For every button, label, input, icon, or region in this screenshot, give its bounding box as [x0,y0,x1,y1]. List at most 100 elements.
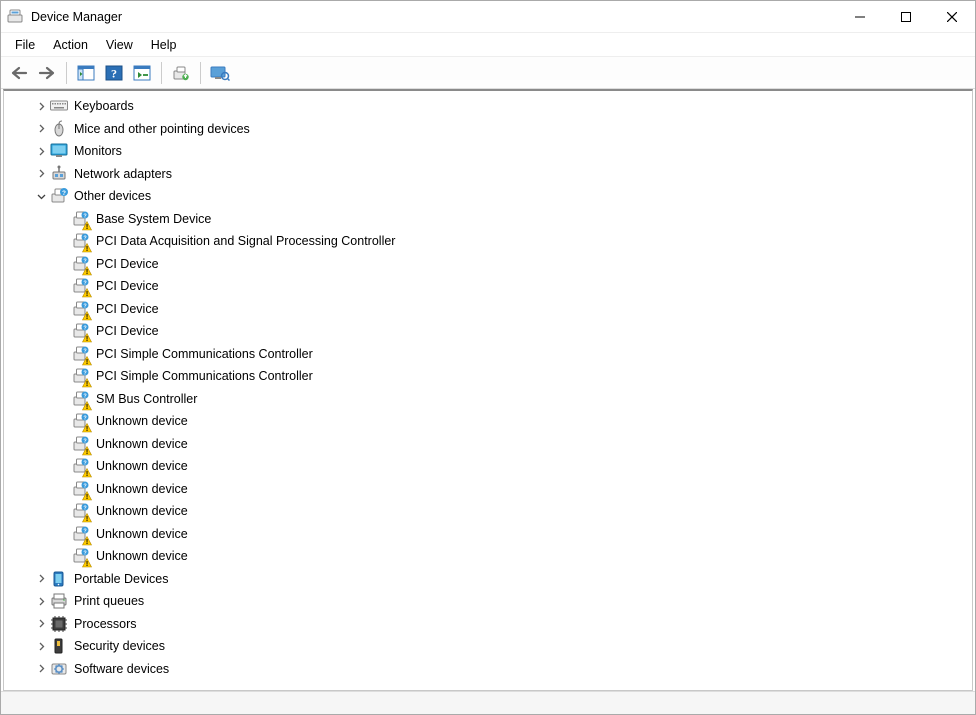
tree-category-label: Print queues [74,594,144,608]
tree-category-label: Network adapters [74,167,172,181]
warning-badge-icon [82,490,92,500]
chevron-down-icon[interactable] [34,189,48,203]
tree-device-label: PCI Data Acquisition and Signal Processi… [96,234,395,248]
tree-device-label: Unknown device [96,482,188,496]
tree-category-label: Other devices [74,189,151,203]
tree-device-row[interactable]: Unknown device [34,433,972,456]
statusbar [1,691,975,714]
tree-device-label: PCI Device [96,302,159,316]
forward-button[interactable] [35,61,59,85]
unknown-icon [72,322,90,340]
tree-category-label: Monitors [74,144,122,158]
tree-category-row[interactable]: Security devices [34,635,972,658]
toolbar-separator [161,62,162,84]
menu-action[interactable]: Action [45,36,96,54]
menu-view[interactable]: View [98,36,141,54]
unknown-icon [72,412,90,430]
warning-badge-icon [82,220,92,230]
tree-category-label: Processors [74,617,137,631]
tree-category-row[interactable]: Processors [34,613,972,636]
tree-device-row[interactable]: Unknown device [34,545,972,568]
tree-device-label: PCI Simple Communications Controller [96,369,313,383]
software-icon [50,660,68,678]
tree-device-label: Unknown device [96,504,188,518]
tree-device-row[interactable]: PCI Device [34,275,972,298]
chevron-right-icon[interactable] [34,639,48,653]
menu-help[interactable]: Help [143,36,185,54]
menu-file[interactable]: File [7,36,43,54]
printer-icon [50,592,68,610]
unknown-icon [72,502,90,520]
chevron-right-icon[interactable] [34,144,48,158]
minimize-button[interactable] [837,1,883,32]
unknown-icon [72,547,90,565]
tree-device-label: Base System Device [96,212,211,226]
back-button[interactable] [7,61,31,85]
unknown-icon [72,232,90,250]
tree-device-row[interactable]: Unknown device [34,523,972,546]
tree-device-row[interactable]: PCI Simple Communications Controller [34,365,972,388]
warning-badge-icon [82,422,92,432]
chevron-right-icon[interactable] [34,594,48,608]
chevron-right-icon[interactable] [34,617,48,631]
chevron-right-icon[interactable] [34,99,48,113]
chevron-right-icon[interactable] [34,572,48,586]
security-icon [50,637,68,655]
tree-device-row[interactable]: Unknown device [34,455,972,478]
chevron-right-icon[interactable] [34,662,48,676]
chevron-right-icon[interactable] [34,167,48,181]
chevron-right-icon[interactable] [34,122,48,136]
tree-device-row[interactable]: PCI Simple Communications Controller [34,343,972,366]
tree-device-row[interactable]: PCI Device [34,320,972,343]
update-driver-button[interactable] [169,61,193,85]
tree-device-row[interactable]: Unknown device [34,500,972,523]
warning-badge-icon [82,287,92,297]
maximize-button[interactable] [883,1,929,32]
warning-badge-icon [82,265,92,275]
tree-device-row[interactable]: Base System Device [34,208,972,231]
device-tree-scroll[interactable]: Keyboards Mice and other pointing devices… [4,91,972,690]
tree-category-row[interactable]: Monitors [34,140,972,163]
tree-category-row[interactable]: Print queues [34,590,972,613]
tree-device-row[interactable]: PCI Device [34,298,972,321]
tree-category-label: Keyboards [74,99,134,113]
other-icon [50,187,68,205]
properties-button[interactable] [130,61,154,85]
tree-category-label: Software devices [74,662,169,676]
tree-category-row[interactable]: Portable Devices [34,568,972,591]
tree-device-row[interactable]: PCI Device [34,253,972,276]
tree-device-label: Unknown device [96,549,188,563]
tree-category-label: Mice and other pointing devices [74,122,250,136]
tree-device-label: PCI Device [96,279,159,293]
unknown-icon [72,435,90,453]
toolbar: ? [1,57,975,89]
show-hide-tree-button[interactable] [74,61,98,85]
tree-device-row[interactable]: Unknown device [34,478,972,501]
warning-badge-icon [82,355,92,365]
tree-device-row[interactable]: PCI Data Acquisition and Signal Processi… [34,230,972,253]
help-button[interactable]: ? [102,61,126,85]
scan-hardware-button[interactable] [208,61,232,85]
content-area: Keyboards Mice and other pointing devices… [3,89,973,691]
tree-device-row[interactable]: SM Bus Controller [34,388,972,411]
tree-category-row[interactable]: Mice and other pointing devices [34,118,972,141]
unknown-icon [72,457,90,475]
mouse-icon [50,120,68,138]
warning-badge-icon [82,467,92,477]
svg-text:?: ? [111,66,117,80]
tree-device-label: Unknown device [96,527,188,541]
tree-device-row[interactable]: Unknown device [34,410,972,433]
unknown-icon [72,255,90,273]
warning-badge-icon [82,445,92,455]
tree-category-row[interactable]: Keyboards [34,95,972,118]
tree-category-row[interactable]: Network adapters [34,163,972,186]
tree-device-label: Unknown device [96,437,188,451]
tree-category-row[interactable]: Software devices [34,658,972,681]
network-icon [50,165,68,183]
tree-category-row[interactable]: Other devices [34,185,972,208]
unknown-icon [72,277,90,295]
tree-device-label: PCI Device [96,324,159,338]
titlebar: Device Manager [1,1,975,33]
tree-category-label: Portable Devices [74,572,169,586]
close-button[interactable] [929,1,975,32]
